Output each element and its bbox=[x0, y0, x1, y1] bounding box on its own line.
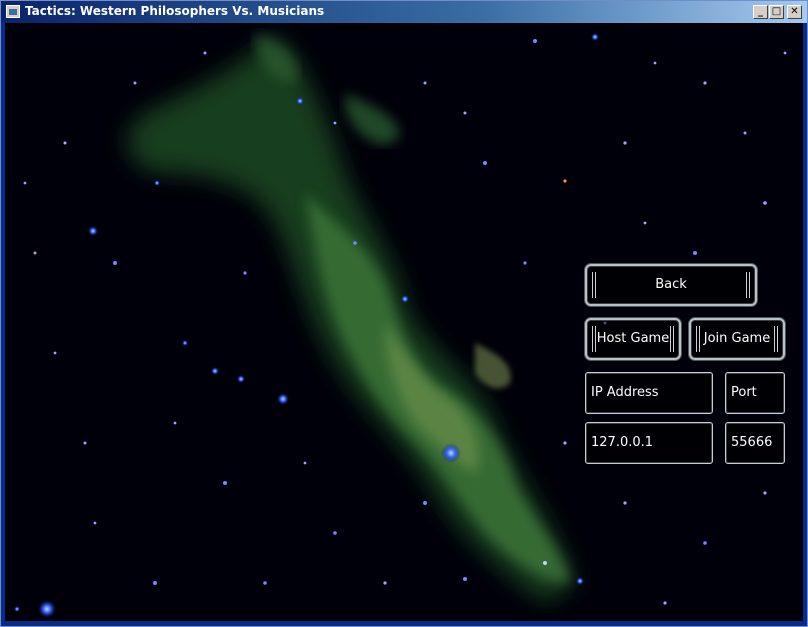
title-bar[interactable]: Tactics: Western Philosophers Vs. Musici… bbox=[1, 1, 807, 23]
host-game-button[interactable]: Host Game bbox=[585, 318, 681, 360]
ip-address-label: IP Address bbox=[585, 372, 713, 414]
button-cap-right bbox=[670, 326, 674, 352]
ip-address-input[interactable]: 127.0.0.1 bbox=[585, 422, 713, 464]
minimize-button[interactable]: _ bbox=[753, 5, 768, 19]
back-button[interactable]: Back bbox=[585, 264, 757, 306]
game-window: Tactics: Western Philosophers Vs. Musici… bbox=[0, 0, 808, 627]
button-cap-left bbox=[592, 272, 596, 298]
game-viewport: Back Host Game Join Game IP Address Port… bbox=[5, 23, 803, 621]
app-icon[interactable] bbox=[6, 5, 20, 18]
window-title: Tactics: Western Philosophers Vs. Musici… bbox=[25, 4, 325, 18]
close-button[interactable]: ✕ bbox=[787, 5, 802, 19]
button-cap-right bbox=[746, 272, 750, 298]
port-label: Port bbox=[725, 372, 785, 414]
back-button-label: Back bbox=[655, 277, 687, 292]
join-game-button[interactable]: Join Game bbox=[689, 318, 785, 360]
port-input[interactable]: 55666 bbox=[725, 422, 785, 464]
maximize-button[interactable]: □ bbox=[769, 5, 784, 19]
button-cap-right bbox=[774, 326, 778, 352]
space-background bbox=[5, 23, 803, 621]
join-game-label: Join Game bbox=[703, 331, 771, 346]
button-cap-left bbox=[592, 326, 596, 352]
host-game-label: Host Game bbox=[596, 331, 670, 346]
button-cap-left bbox=[696, 326, 700, 352]
